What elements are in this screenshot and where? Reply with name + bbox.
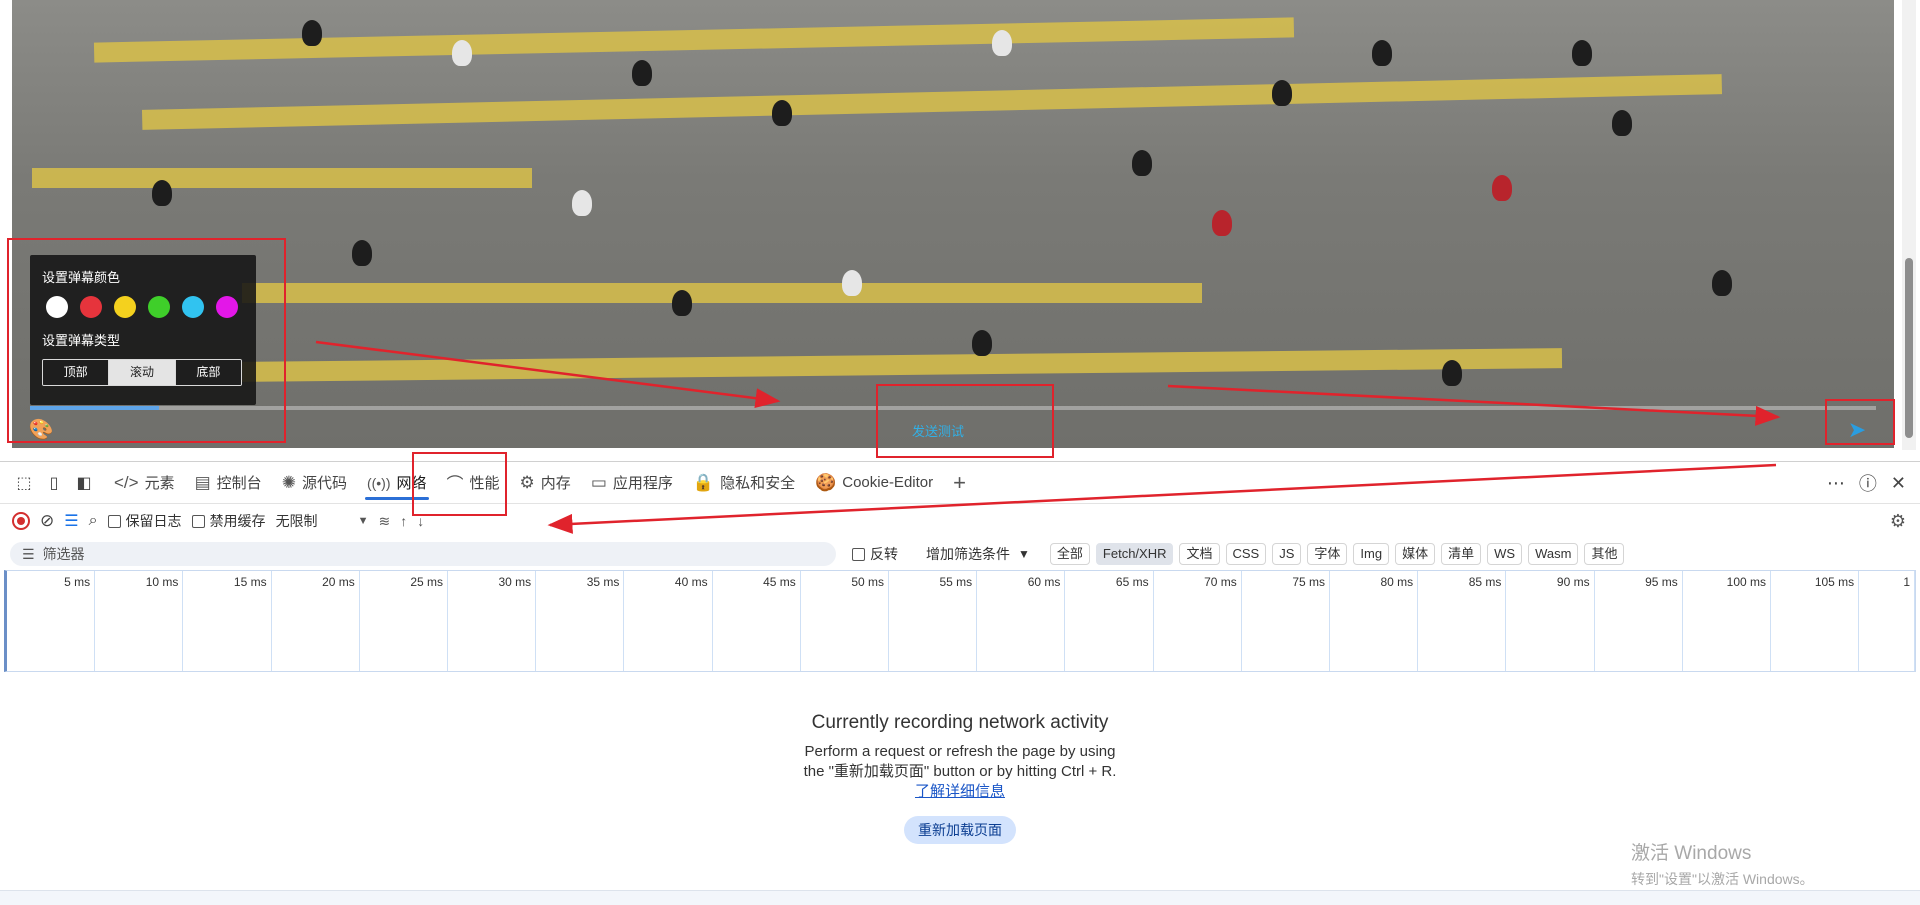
invert-checkbox[interactable]: 反转 [852, 544, 898, 564]
devtools-window-controls: ⋯ ⓘ ✕ [1827, 470, 1906, 496]
disable-cache-checkbox[interactable]: 禁用缓存 [191, 511, 266, 531]
filter-type-other[interactable]: 其他 [1584, 543, 1625, 565]
chevron-down-icon[interactable]: ▼ [358, 515, 369, 527]
preserve-log-checkbox[interactable]: 保留日志 [107, 511, 182, 531]
add-filter-dropdown[interactable]: 增加筛选条件 ▼ [926, 544, 1030, 564]
empty-state: Currently recording network activity Per… [0, 712, 1920, 844]
filter-type-js[interactable]: JS [1272, 543, 1302, 565]
devtools-tabbar: ⬚ ▯ ◧ </> 元素 ▤ 控制台 ✺ 源代码 ((•)) 网络 ⌒ 性能 ⚙ 内存 ▭ 应… [0, 462, 1920, 504]
network-overview-timeline[interactable]: 5 ms 10 ms 15 ms 20 ms 25 ms 30 ms 35 ms 40 ms 4… [4, 570, 1916, 672]
network-toolbar: ⊘ ☰ ⌕ 保留日志 禁用缓存 无限制 ▼ ≋ ↑ ↓ ⚙ [0, 505, 1920, 537]
annotation-box-danmaku-panel [7, 238, 286, 443]
timeline-tick-label: 1 [1903, 575, 1910, 589]
annotation-box-send-button [1825, 399, 1895, 445]
windows-activation-watermark: 激活 Windows 转到"设置"以激活 Windows。 [1631, 843, 1814, 887]
gear-icon[interactable]: ⚙ [1890, 511, 1906, 532]
search-icon[interactable]: ⌕ [89, 512, 98, 530]
tab-elements[interactable]: </> 元素 [104, 462, 185, 504]
more-options-icon[interactable]: ⋯ [1827, 473, 1845, 494]
help-icon[interactable]: ⓘ [1859, 470, 1877, 496]
record-icon[interactable] [12, 512, 30, 530]
console-icon: ▤ [194, 472, 211, 492]
network-conditions-icon[interactable]: ≋ [378, 513, 390, 530]
annotation-box-network-tab [412, 452, 507, 516]
empty-state-description: Perform a request or refresh the page by… [803, 743, 1117, 800]
bottom-drawer-tabs [0, 890, 1920, 905]
wifi-icon: ((•)) [366, 474, 391, 491]
filter-type-fetch-xhr[interactable]: Fetch/XHR [1095, 543, 1174, 565]
filter-type-media[interactable]: 媒体 [1395, 543, 1436, 565]
throttle-select[interactable]: 无限制 [276, 511, 318, 531]
application-icon: ▭ [590, 472, 607, 492]
close-icon[interactable]: ✕ [1891, 473, 1906, 494]
filter-type-doc[interactable]: 文档 [1179, 543, 1220, 565]
filter-type-ws[interactable]: WS [1487, 543, 1523, 565]
tab-cookie-editor[interactable]: 🍪 Cookie-Editor [805, 462, 943, 504]
video-player[interactable] [12, 0, 1894, 448]
filter-type-font[interactable]: 字体 [1307, 543, 1348, 565]
filter-network-icon[interactable]: ☰ [64, 511, 78, 531]
memory-icon: ⚙ [519, 472, 535, 492]
filter-icon: ☰ [22, 545, 35, 562]
filter-type-all[interactable]: 全部 [1049, 543, 1090, 565]
tab-application[interactable]: ▭ 应用程序 [581, 462, 683, 504]
import-har-icon[interactable]: ↑ [400, 513, 407, 529]
inspect-element-icon[interactable]: ⬚ [10, 469, 38, 497]
filter-bar: ☰ 筛选器 反转 增加筛选条件 ▼ 全部 Fetch/XHR 文档 CSS JS … [0, 538, 1920, 570]
timeline-tick: 1 [7, 571, 1915, 671]
add-tab-icon[interactable]: + [943, 470, 976, 496]
chevron-down-icon: ▼ [1018, 547, 1030, 561]
lock-icon: 🔒 [692, 472, 715, 492]
annotation-box-send-text [876, 384, 1054, 458]
filter-placeholder: 筛选器 [42, 546, 85, 562]
tab-console[interactable]: ▤ 控制台 [185, 462, 272, 504]
filter-input[interactable]: ☰ 筛选器 [10, 542, 836, 566]
page-scrollbar[interactable] [1902, 0, 1916, 450]
filter-type-wasm[interactable]: Wasm [1528, 543, 1579, 565]
filter-type-css[interactable]: CSS [1225, 543, 1267, 565]
devtools-panel: ⬚ ▯ ◧ </> 元素 ▤ 控制台 ✺ 源代码 ((•)) 网络 ⌒ 性能 ⚙ 内存 ▭ 应… [0, 461, 1920, 905]
resource-type-filters: 全部 Fetch/XHR 文档 CSS JS 字体 Img 媒体 清单 WS W… [1049, 543, 1625, 565]
tab-memory[interactable]: ⚙ 内存 [510, 462, 581, 504]
tab-privacy-security[interactable]: 🔒 隐私和安全 [683, 462, 805, 504]
bug-icon: ✺ [281, 472, 296, 492]
code-icon: </> [114, 472, 139, 492]
device-toolbar-icon[interactable]: ▯ [40, 469, 68, 497]
reload-page-button[interactable]: 重新加载页面 [904, 816, 1016, 844]
learn-more-link[interactable]: 了解详细信息 [915, 783, 1005, 800]
empty-state-title: Currently recording network activity [811, 712, 1109, 733]
cookie-icon: 🍪 [815, 472, 837, 492]
dock-side-icon[interactable]: ◧ [70, 469, 98, 497]
filter-type-manifest[interactable]: 清单 [1441, 543, 1482, 565]
tab-sources[interactable]: ✺ 源代码 [272, 462, 357, 504]
clear-icon[interactable]: ⊘ [40, 511, 54, 531]
filter-type-img[interactable]: Img [1353, 543, 1390, 565]
